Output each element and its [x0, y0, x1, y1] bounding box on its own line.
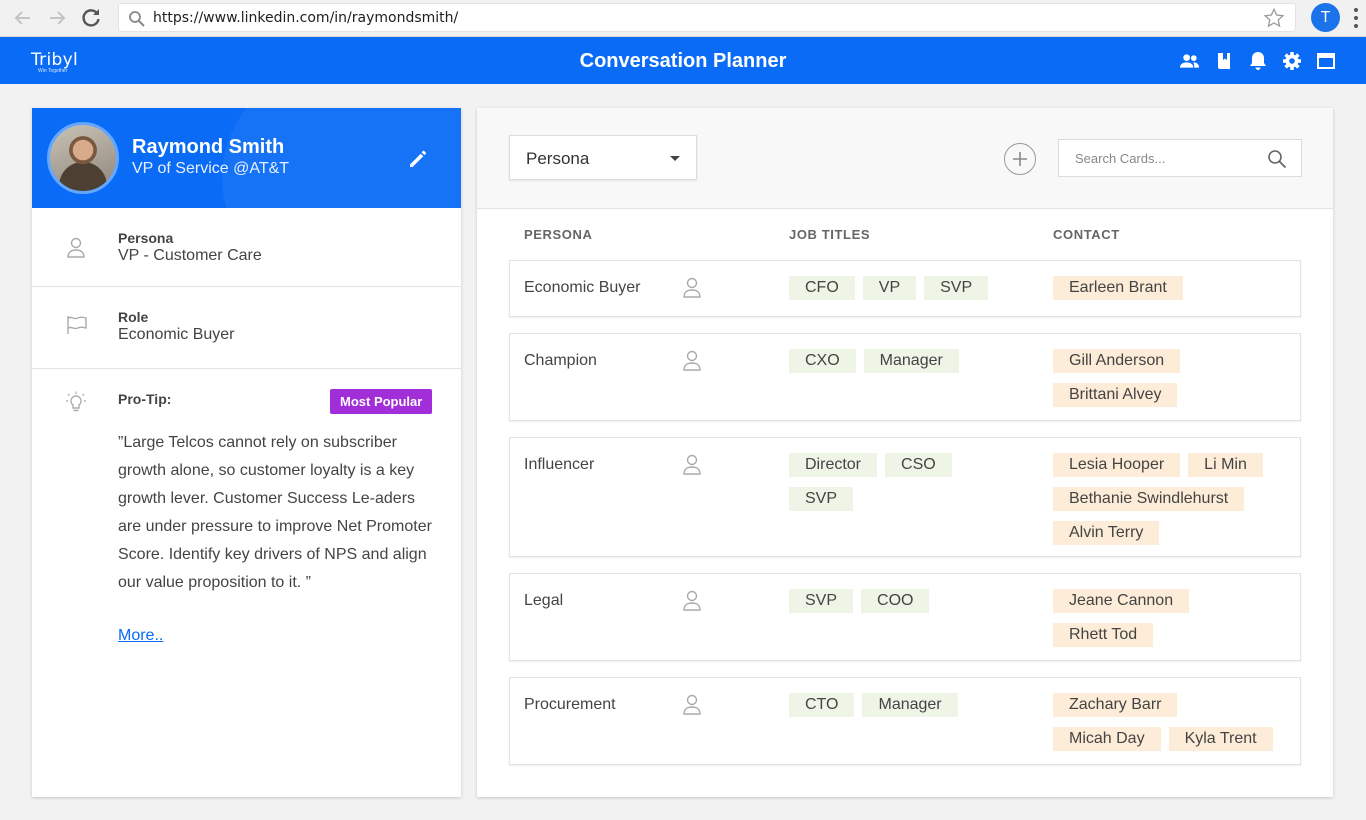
contact-tag[interactable]: Micah Day — [1053, 727, 1161, 751]
filter-value: Persona — [526, 149, 590, 168]
app-title: Conversation Planner — [579, 50, 787, 72]
contacts-list: Earleen Brant — [1053, 276, 1293, 300]
column-header-persona: PERSONA — [524, 227, 593, 242]
contact-tag[interactable]: Li Min — [1188, 453, 1263, 477]
persona-card[interactable]: Legal SVP COO Jeane Cannon Rhett Tod — [509, 573, 1301, 661]
persona-name: Economic Buyer — [524, 279, 641, 296]
role-row: Role Economic Buyer — [32, 287, 461, 369]
contacts-list: Jeane Cannon Rhett Tod — [1053, 589, 1293, 647]
contact-tag[interactable]: Bethanie Swindlehurst — [1053, 487, 1245, 511]
column-header-contact: CONTACT — [1053, 227, 1120, 242]
pro-tip-quote: ”Large Telcos cannot rely on subscriber … — [118, 434, 432, 591]
add-card-button[interactable] — [1004, 143, 1036, 175]
role-value: Economic Buyer — [118, 326, 235, 343]
flag-icon — [66, 315, 88, 340]
user-outline-icon — [682, 589, 702, 616]
job-title-tag[interactable]: CFO — [789, 276, 855, 300]
persona-value: VP - Customer Care — [118, 247, 262, 264]
column-header-job-titles: JOB TITLES — [789, 227, 871, 242]
edit-pencil-icon[interactable] — [407, 148, 429, 175]
profile-panel: Raymond Smith VP of Service @AT&T Person… — [32, 108, 461, 797]
persona-name: Procurement — [524, 696, 616, 713]
profile-title: VP of Service @AT&T — [132, 160, 290, 177]
search-icon[interactable] — [1267, 149, 1287, 174]
chevron-down-icon — [670, 156, 680, 161]
contact-tag[interactable]: Kyla Trent — [1168, 727, 1273, 751]
job-title-tag[interactable]: SVP — [924, 276, 989, 300]
bell-icon[interactable] — [1247, 50, 1268, 71]
job-titles-list: CXO Manager — [789, 349, 1019, 373]
role-label: Role — [118, 309, 149, 325]
contact-tag[interactable]: Earleen Brant — [1053, 276, 1183, 300]
user-outline-icon — [682, 453, 702, 480]
user-outline-icon — [682, 276, 702, 303]
contact-tag[interactable]: Jeane Cannon — [1053, 589, 1190, 613]
address-bar[interactable]: https://www.linkedin.com/in/raymondsmith… — [118, 3, 1296, 32]
pro-tip-label: Pro-Tip: — [118, 391, 172, 407]
job-title-tag[interactable]: SVP — [789, 589, 854, 613]
job-title-tag[interactable]: Manager — [863, 349, 959, 373]
user-outline-icon — [682, 349, 702, 376]
persona-row: Persona VP - Customer Care — [32, 208, 461, 287]
persona-name: Champion — [524, 352, 597, 369]
lightbulb-icon — [66, 391, 86, 418]
persona-card[interactable]: Influencer Director CSO SVP Lesia Hooper Li M… — [509, 437, 1301, 557]
job-title-tag[interactable]: Director — [789, 453, 878, 477]
job-titles-list: Director CSO SVP — [789, 453, 1019, 511]
user-outline-icon — [682, 693, 702, 720]
contacts-list: Gill Anderson Brittani Alvey — [1053, 349, 1293, 407]
search-cards — [1058, 139, 1302, 177]
job-title-tag[interactable]: VP — [862, 276, 917, 300]
more-link[interactable]: More.. — [118, 627, 163, 645]
url-text: https://www.linkedin.com/in/raymondsmith… — [153, 10, 459, 26]
search-input[interactable] — [1059, 140, 1259, 176]
persona-name: Legal — [524, 592, 564, 609]
job-title-tag[interactable]: CXO — [789, 349, 856, 373]
planner-panel: Persona PERSONA JOB TITLES CONTACT Econo… — [477, 108, 1333, 797]
contact-tag[interactable]: Zachary Barr — [1053, 693, 1178, 717]
profile-name: Raymond Smith — [132, 136, 285, 158]
job-title-tag[interactable]: COO — [861, 589, 930, 613]
bookmark-star-icon[interactable] — [1263, 7, 1285, 34]
profile-header: Raymond Smith VP of Service @AT&T — [32, 108, 461, 208]
job-title-tag[interactable]: CTO — [789, 693, 855, 717]
plus-icon — [1013, 152, 1027, 166]
gear-icon[interactable] — [1281, 50, 1302, 71]
back-arrow-icon[interactable] — [10, 5, 36, 31]
job-title-tag[interactable]: Manager — [862, 693, 958, 717]
search-icon — [128, 10, 145, 32]
job-title-tag[interactable]: SVP — [789, 487, 854, 511]
job-titles-list: SVP COO — [789, 589, 1019, 613]
window-icon[interactable] — [1315, 50, 1336, 71]
most-popular-badge: Most Popular — [330, 389, 433, 414]
contacts-list: Zachary Barr Micah Day Kyla Trent — [1053, 693, 1293, 751]
contacts-list: Lesia Hooper Li Min Bethanie Swindlehurst A… — [1053, 453, 1293, 545]
book-icon[interactable] — [1213, 50, 1234, 71]
contact-tag[interactable]: Lesia Hooper — [1053, 453, 1181, 477]
planner-toolbar: Persona — [477, 108, 1333, 209]
persona-label: Persona — [118, 230, 174, 246]
persona-filter-select[interactable]: Persona — [509, 135, 697, 180]
persona-card[interactable]: Procurement CTO Manager Zachary Barr Micah D… — [509, 677, 1301, 765]
contact-tag[interactable]: Gill Anderson — [1053, 349, 1181, 373]
persona-card[interactable]: Champion CXO Manager Gill Anderson Brittani … — [509, 333, 1301, 421]
user-outline-icon — [66, 236, 86, 263]
job-titles-list: CFO VP SVP — [789, 276, 1019, 300]
contact-tag[interactable]: Rhett Tod — [1053, 623, 1154, 647]
persona-card[interactable]: Economic Buyer CFO VP SVP Earleen Brant — [509, 260, 1301, 317]
app-header: Tribyl Win Together Conversation Planner — [0, 37, 1366, 84]
forward-arrow-icon[interactable] — [44, 5, 70, 31]
profile-photo — [47, 122, 119, 194]
contact-tag[interactable]: Alvin Terry — [1053, 521, 1160, 545]
contact-tag[interactable]: Brittani Alvey — [1053, 383, 1178, 407]
job-titles-list: CTO Manager — [789, 693, 1019, 717]
job-title-tag[interactable]: CSO — [885, 453, 952, 477]
browser-menu-icon[interactable] — [1354, 8, 1358, 28]
reload-icon[interactable] — [78, 5, 104, 31]
browser-toolbar: https://www.linkedin.com/in/raymondsmith… — [0, 0, 1366, 37]
browser-profile-avatar[interactable]: T — [1311, 3, 1340, 32]
people-icon[interactable] — [1179, 50, 1200, 71]
persona-name: Influencer — [524, 456, 595, 473]
